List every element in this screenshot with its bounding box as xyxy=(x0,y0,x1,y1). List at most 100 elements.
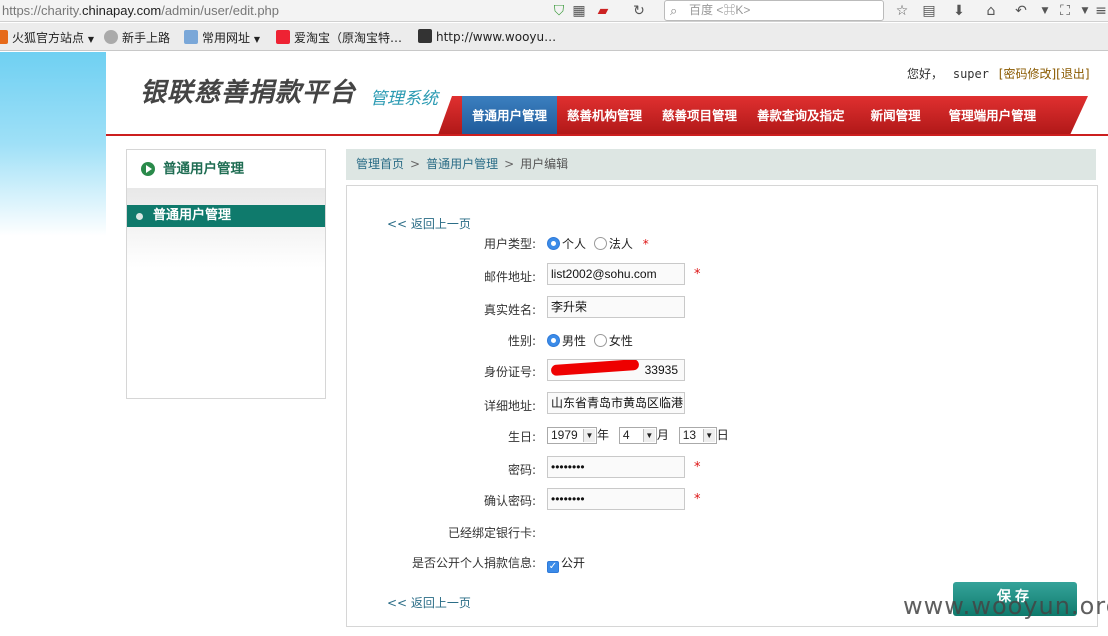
shield-icon[interactable]: ⛉ xyxy=(550,2,568,20)
user-welcome: 您好， super [密码修改][退出] xyxy=(907,65,1090,82)
required-mark: * xyxy=(694,492,701,507)
undo-icon[interactable]: ↶ xyxy=(1012,2,1030,20)
decorative-gradient xyxy=(0,52,106,236)
breadcrumb-users[interactable]: 普通用户管理 xyxy=(426,157,498,171)
idcard-field[interactable]: 33935 xyxy=(547,359,685,381)
email-field[interactable]: list2002@sohu.com xyxy=(547,263,685,285)
breadcrumb-home[interactable]: 管理首页 xyxy=(356,157,404,171)
crop-icon[interactable]: ⛶ xyxy=(1056,2,1074,20)
gender-option-label: 男性 xyxy=(562,334,587,348)
bookmark-item[interactable]: 火狐官方站点 ▼ xyxy=(0,29,94,46)
year-unit: 年 xyxy=(597,428,610,442)
change-password-link[interactable]: [密码修改] xyxy=(999,67,1056,81)
greeting-text: 您好， xyxy=(907,67,944,81)
bankcard-label: 已经绑定银行卡: xyxy=(447,526,536,540)
required-mark: * xyxy=(694,267,701,282)
month-unit: 月 xyxy=(656,428,669,442)
redaction-mark xyxy=(550,360,640,377)
confirm-password-field[interactable]: •••••••• xyxy=(547,488,685,510)
star-icon[interactable]: ☆ xyxy=(893,2,911,20)
sidebar-gradient xyxy=(127,188,325,268)
user-type-radio-legal[interactable] xyxy=(593,237,607,250)
sidebar-item-label: 普通用户管理 xyxy=(153,208,232,223)
nav-tab-regular-users[interactable]: 普通用户管理 xyxy=(462,96,558,135)
sidebar-item-regular-users[interactable]: 普通用户管理 xyxy=(127,205,325,227)
nav-tab-news[interactable]: 新闻管理 xyxy=(855,96,937,135)
nav-tab-charity-orgs[interactable]: 慈善机构管理 xyxy=(557,96,652,135)
search-input[interactable]: ⌕ 百度 <⌘K> xyxy=(664,0,884,21)
birth-month-value: 4 xyxy=(622,428,630,442)
url-text[interactable]: https://charity.chinapay.com/admin/user/… xyxy=(2,3,279,18)
nav-tab-admin-users[interactable]: 管理端用户管理 xyxy=(937,96,1049,135)
user-type-group: 个人 法人 * xyxy=(547,235,649,252)
qrcode-icon[interactable]: ▦ xyxy=(570,2,588,20)
bookmark-label: 火狐官方站点 xyxy=(12,31,85,45)
password-field[interactable]: •••••••• xyxy=(547,456,685,478)
home-icon[interactable]: ⌂ xyxy=(982,2,1000,20)
email-label: 邮件地址: xyxy=(483,270,536,284)
header-divider xyxy=(106,134,1108,136)
url-suffix: /admin/user/edit.php xyxy=(161,3,280,18)
bookmark-label: http://www.wooyu… xyxy=(436,30,557,44)
confirm-password-label: 确认密码: xyxy=(483,494,536,508)
url-domain: chinapay.com xyxy=(81,3,162,18)
public-info-group: ✓ 公开 xyxy=(547,554,585,573)
sidebar-title: 普通用户管理 xyxy=(127,150,325,188)
realname-field[interactable]: 李升荣 xyxy=(547,296,685,318)
gender-radio-male[interactable] xyxy=(547,334,560,347)
user-type-radio-individual[interactable] xyxy=(547,237,560,250)
bookmark-flag-icon[interactable]: ▰ xyxy=(594,2,612,20)
gender-radio-female[interactable] xyxy=(593,334,607,347)
idcard-label: 身份证号: xyxy=(483,365,536,379)
birthday-group: 1979 ▼ 年 4 ▼ 月 13 ▼ 日 xyxy=(547,426,729,444)
public-info-checkbox[interactable]: ✓ xyxy=(547,561,559,573)
birth-day-value: 13 xyxy=(682,428,697,442)
birth-year-value: 1979 xyxy=(551,428,578,442)
nav-tab-donation-query[interactable]: 善款查询及指定 xyxy=(747,96,855,135)
url-prefix: https://charity. xyxy=(2,3,82,18)
chevron-down-icon: ▼ xyxy=(642,429,655,442)
birth-month-select[interactable]: 4 ▼ xyxy=(618,427,657,444)
globe-icon xyxy=(104,30,118,44)
chevron-right-icon: > xyxy=(410,157,421,171)
download-icon[interactable]: ⬇ xyxy=(950,2,968,20)
menu-icon[interactable]: ≡ xyxy=(1092,2,1108,20)
bookmark-item[interactable]: 爱淘宝（原淘宝特… xyxy=(276,29,402,46)
bookmark-label: 新手上路 xyxy=(122,31,171,45)
browser-address-bar[interactable]: https://charity.chinapay.com/admin/user/… xyxy=(0,0,1108,22)
nav-tab-charity-projects[interactable]: 慈善项目管理 xyxy=(652,96,747,135)
watermark: www.wooyun.org xyxy=(903,592,1108,620)
address-field[interactable]: 山东省青岛市黄岛区临港 xyxy=(547,392,685,414)
dropdown-icon[interactable]: ▼ xyxy=(1036,2,1054,20)
public-info-option-label: 公开 xyxy=(561,556,586,570)
sidebar-title-text: 普通用户管理 xyxy=(163,161,244,177)
gender-group: 男性 女性 xyxy=(547,332,633,349)
reader-icon[interactable]: ▤ xyxy=(920,2,938,20)
address-label: 详细地址: xyxy=(483,399,536,413)
reload-icon[interactable]: ↻ xyxy=(630,2,648,20)
required-mark: * xyxy=(694,460,701,475)
username: super xyxy=(952,67,989,81)
main-nav: 普通用户管理 慈善机构管理 慈善项目管理 善款查询及指定 新闻管理 管理端用户管… xyxy=(438,96,1088,135)
back-link-bottom[interactable]: << 返回上一页 xyxy=(387,594,471,611)
day-unit: 日 xyxy=(716,428,729,442)
bookmark-item[interactable]: 新手上路 xyxy=(104,29,170,46)
gender-option-label: 女性 xyxy=(608,334,633,348)
wooyun-icon xyxy=(418,29,432,43)
public-info-label: 是否公开个人捐款信息: xyxy=(411,556,536,570)
taobao-icon xyxy=(276,30,290,44)
bookmark-label: 爱淘宝（原淘宝特… xyxy=(294,31,403,45)
birth-day-select[interactable]: 13 ▼ xyxy=(678,427,717,444)
realname-label: 真实姓名: xyxy=(483,303,536,317)
bullet-icon xyxy=(136,213,143,220)
birth-year-select[interactable]: 1979 ▼ xyxy=(547,427,597,444)
bookmark-item[interactable]: 常用网址 ▼ xyxy=(184,29,260,46)
firefox-icon xyxy=(0,30,8,44)
user-type-label: 用户类型: xyxy=(483,237,536,251)
search-placeholder: 百度 <⌘K> xyxy=(689,3,751,17)
bookmark-item[interactable]: http://www.wooyu… xyxy=(418,29,556,44)
site-logo[interactable]: 银联慈善捐款平台 xyxy=(140,72,356,109)
back-link-top[interactable]: << 返回上一页 xyxy=(387,215,471,232)
user-type-option-label: 个人 xyxy=(562,237,587,251)
logout-link[interactable]: [退出] xyxy=(1056,67,1089,81)
